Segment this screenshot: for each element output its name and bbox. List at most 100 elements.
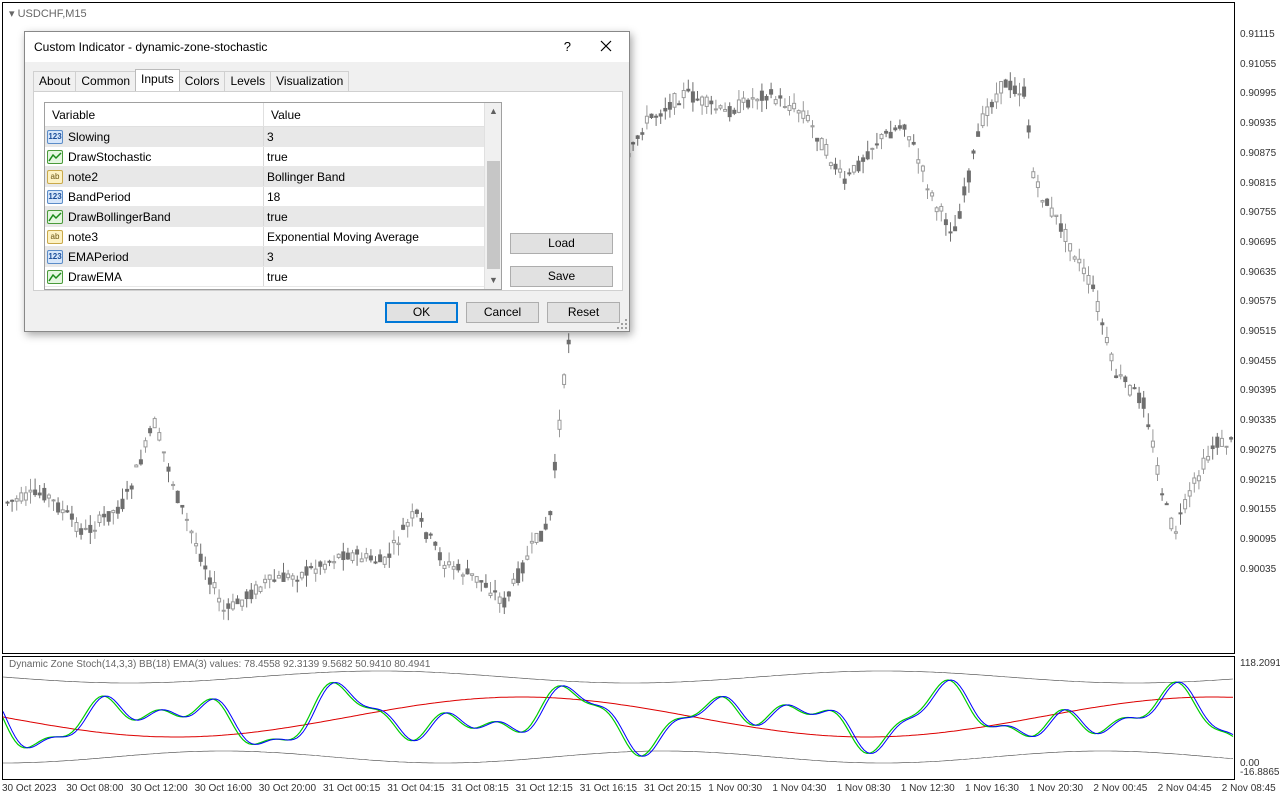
time-tick-label: 30 Oct 2023 xyxy=(2,783,57,794)
table-row[interactable]: DrawBollingerBand true xyxy=(45,207,501,227)
indicator-tick-label: 118.2091 xyxy=(1240,658,1280,669)
candle-body xyxy=(943,219,948,226)
candle-body xyxy=(419,517,424,522)
scroll-thumb[interactable] xyxy=(487,161,500,269)
load-button[interactable]: Load xyxy=(510,233,613,254)
candle-body xyxy=(19,492,24,502)
column-header-value[interactable]: Value xyxy=(264,103,483,126)
table-row[interactable]: ab note3 Exponential Moving Average xyxy=(45,227,501,247)
candle-body xyxy=(240,599,245,607)
candle-body xyxy=(700,96,705,106)
value-cell[interactable]: 3 xyxy=(264,247,483,266)
candle-body xyxy=(332,561,337,564)
candle-body xyxy=(171,483,176,487)
candle-body xyxy=(56,502,61,513)
candle-body xyxy=(382,556,387,565)
candle-body xyxy=(396,542,401,546)
resize-grip-icon[interactable] xyxy=(617,319,627,329)
time-tick-label: 1 Nov 12:30 xyxy=(900,783,955,794)
candle-body xyxy=(1095,301,1100,313)
candle-body xyxy=(1192,477,1197,484)
save-button[interactable]: Save xyxy=(510,266,613,287)
candle-body xyxy=(534,532,539,543)
tab-levels[interactable]: Levels xyxy=(224,71,272,91)
price-axis[interactable]: 0.91115 0.91055 0.90995 0.90935 0.90875 0.908… xyxy=(1236,0,1280,800)
time-tick-label: 30 Oct 16:00 xyxy=(194,783,252,794)
candle-body xyxy=(557,419,562,430)
column-header-variable[interactable]: Variable xyxy=(45,103,264,126)
table-row[interactable]: 123 BandPeriod 18 xyxy=(45,187,501,207)
value-cell[interactable]: Bollinger Band xyxy=(264,167,483,186)
tab-visualization[interactable]: Visualization xyxy=(270,71,350,91)
scroll-up-icon[interactable]: ▲ xyxy=(485,103,501,120)
value-cell[interactable]: Exponential Moving Average xyxy=(264,227,483,246)
time-axis[interactable]: 30 Oct 2023 30 Oct 08:00 30 Oct 12:00 30 Oc… xyxy=(0,781,1276,800)
candle-body xyxy=(180,504,185,508)
candle-body xyxy=(934,207,939,213)
candle-body xyxy=(1035,181,1040,189)
candle-body xyxy=(217,597,222,603)
dialog-title-bar[interactable]: Custom Indicator - dynamic-zone-stochast… xyxy=(25,32,629,62)
candle-body xyxy=(1081,267,1086,275)
price-tick-label: 0.91055 xyxy=(1240,58,1277,70)
table-row[interactable]: 123 EMAPeriod 3 xyxy=(45,247,501,267)
candle-body xyxy=(1146,424,1151,428)
candle-body xyxy=(336,553,341,558)
candle-body xyxy=(244,591,249,600)
value-cell[interactable]: true xyxy=(264,267,483,286)
time-tick-label: 30 Oct 20:00 xyxy=(258,783,317,794)
table-row[interactable]: 123 Slowing 3 xyxy=(45,127,501,147)
grid-scrollbar[interactable]: ▲ ▼ xyxy=(484,103,501,289)
price-tick-label: 0.90815 xyxy=(1240,177,1277,189)
stochastic-line xyxy=(2,679,1234,757)
candle-body xyxy=(341,551,346,561)
price-tick-label: 0.90335 xyxy=(1240,415,1277,427)
time-tick-label: 2 Nov 04:45 xyxy=(1157,783,1212,794)
candle-body xyxy=(782,106,787,109)
symbol-label[interactable]: ▾ USDCHF,M15 xyxy=(9,7,87,20)
candle-body xyxy=(907,136,912,141)
candle-body xyxy=(212,582,217,589)
candle-body xyxy=(759,90,764,101)
scroll-down-icon[interactable]: ▼ xyxy=(485,272,501,289)
candle-body xyxy=(1114,375,1119,379)
candle-body xyxy=(1086,275,1091,285)
table-row[interactable]: ab note2 Bollinger Band xyxy=(45,167,501,187)
candle-body xyxy=(552,461,557,471)
price-tick-label: 0.90755 xyxy=(1240,207,1277,219)
candle-body xyxy=(28,489,33,493)
value-cell[interactable]: 3 xyxy=(264,127,483,146)
candle-body xyxy=(562,374,567,385)
tab-common[interactable]: Common xyxy=(75,71,137,91)
tab-inputs[interactable]: Inputs xyxy=(135,69,180,91)
value-cell[interactable]: true xyxy=(264,147,483,166)
candle-body xyxy=(276,575,281,579)
candle-body xyxy=(115,506,120,514)
candle-body xyxy=(368,555,373,561)
candle-body xyxy=(994,93,999,103)
time-tick-label: 31 Oct 12:15 xyxy=(515,783,573,794)
table-row[interactable]: DrawStochastic true xyxy=(45,147,501,167)
candle-body xyxy=(778,95,783,99)
candle-body xyxy=(916,159,921,164)
candle-body xyxy=(134,464,139,468)
candle-body xyxy=(801,110,806,119)
close-icon[interactable] xyxy=(597,37,615,55)
value-cell[interactable]: true xyxy=(264,207,483,226)
tab-colors[interactable]: Colors xyxy=(178,71,226,91)
ok-button[interactable]: OK xyxy=(385,302,458,323)
reset-button[interactable]: Reset xyxy=(547,302,620,323)
candle-body xyxy=(654,115,659,118)
candle-body xyxy=(488,592,493,597)
value-cell[interactable]: 18 xyxy=(264,187,483,206)
price-tick-label: 0.90395 xyxy=(1240,385,1277,397)
table-row[interactable]: DrawEMA true xyxy=(45,267,501,287)
candle-body xyxy=(198,553,203,562)
candle-body xyxy=(833,163,838,170)
tab-about[interactable]: About xyxy=(33,71,77,91)
candle-body xyxy=(649,113,654,119)
time-tick-label: 31 Oct 00:15 xyxy=(323,783,381,794)
cancel-button[interactable]: Cancel xyxy=(466,302,539,323)
help-button[interactable]: ? xyxy=(564,39,571,54)
indicator-subwindow[interactable]: Dynamic Zone Stoch(14,3,3) BB(18) EMA(3)… xyxy=(2,656,1235,780)
